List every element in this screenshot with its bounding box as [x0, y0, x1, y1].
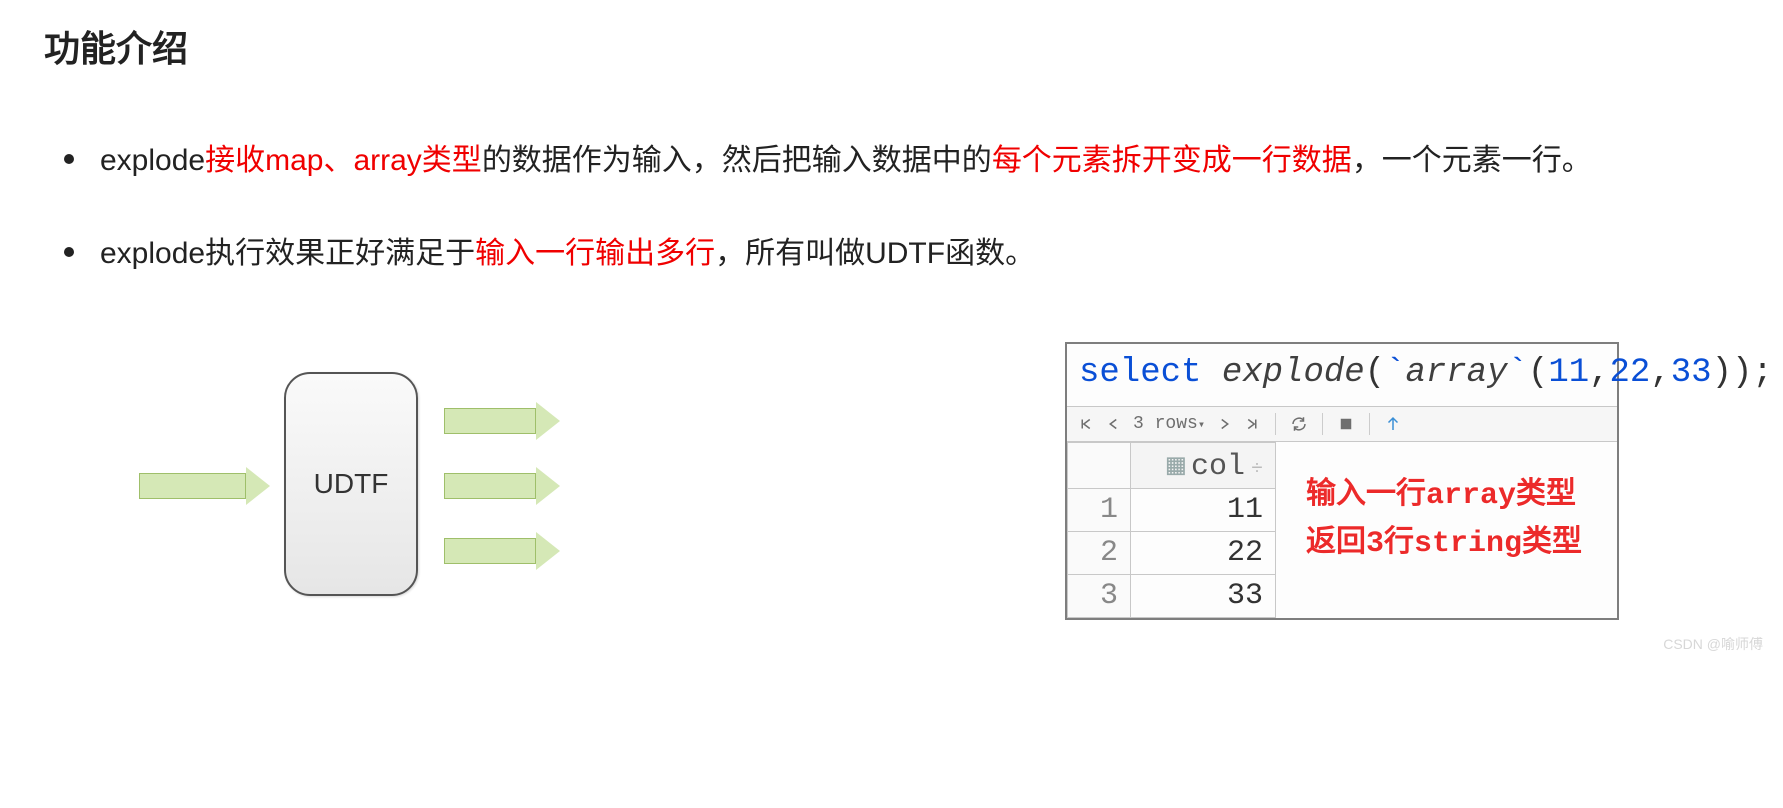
cell-value: 22 [1131, 532, 1276, 575]
arrow-out-icon [444, 467, 560, 505]
bullet-list: explode接收map、array类型的数据作为输入，然后把输入数据中的每个元… [44, 132, 1739, 282]
next-page-icon[interactable] [1215, 415, 1233, 433]
annotation: 输入一行array类型 返回3行string类型 [1276, 442, 1598, 568]
corner-cell [1068, 443, 1131, 489]
section-title: 功能介绍 [44, 20, 1739, 72]
row-index: 3 [1068, 575, 1131, 618]
prev-page-icon[interactable] [1105, 415, 1123, 433]
arrow-out-icon [444, 402, 560, 440]
annotation-line: 输入一行array类型 [1306, 472, 1582, 520]
text-red: 输入一行输出多行 [475, 237, 715, 270]
first-page-icon[interactable] [1077, 415, 1095, 433]
table-row: 2 22 [1068, 532, 1276, 575]
result-table: ▦col÷ 1 11 2 22 3 33 [1067, 442, 1276, 618]
sort-icon[interactable]: ÷ [1251, 458, 1263, 481]
text: 的数据作为输入，然后把输入数据中的 [482, 144, 992, 177]
kw-select: select [1079, 354, 1201, 392]
cell-value: 11 [1131, 489, 1276, 532]
text-red: 每个元素拆开变成一行数据 [992, 144, 1352, 177]
stop-icon[interactable] [1337, 415, 1355, 433]
watermark: CSDN @喻师傅 [1663, 634, 1763, 654]
text-red: 接收map、array类型 [205, 144, 482, 177]
last-page-icon[interactable] [1243, 415, 1261, 433]
table-row: 3 33 [1068, 575, 1276, 618]
panel-toggle-icon[interactable] [1384, 415, 1402, 433]
text: ，所有叫做UDTF函数。 [715, 237, 1035, 270]
row-index: 2 [1068, 532, 1131, 575]
bullet-item-2: explode执行效果正好满足于输入一行输出多行，所有叫做UDTF函数。 [64, 225, 1739, 282]
text: explode执行效果正好满足于 [100, 237, 475, 270]
refresh-icon[interactable] [1290, 415, 1308, 433]
kw-func: explode [1222, 354, 1365, 392]
result-panel: select explode(`array`(11,22,33)); 3 row… [1065, 342, 1619, 620]
arrow-out-icon [444, 532, 560, 570]
rows-dropdown[interactable]: 3 rows ▾ [1133, 414, 1205, 434]
column-icon: ▦ [1167, 450, 1185, 484]
row-index: 1 [1068, 489, 1131, 532]
text: ，一个元素一行。 [1352, 144, 1592, 177]
column-header[interactable]: ▦col÷ [1131, 443, 1276, 489]
result-toolbar: 3 rows ▾ [1067, 407, 1617, 442]
cell-value: 33 [1131, 575, 1276, 618]
annotation-line: 返回3行string类型 [1306, 520, 1582, 568]
udtf-diagram: UDTF [94, 342, 654, 602]
table-row: 1 11 [1068, 489, 1276, 532]
sql-code: select explode(`array`(11,22,33)); [1067, 344, 1617, 407]
udtf-box: UDTF [284, 372, 418, 596]
arrow-in-icon [139, 467, 270, 505]
text: explode [100, 144, 205, 177]
bullet-item-1: explode接收map、array类型的数据作为输入，然后把输入数据中的每个元… [64, 132, 1739, 189]
